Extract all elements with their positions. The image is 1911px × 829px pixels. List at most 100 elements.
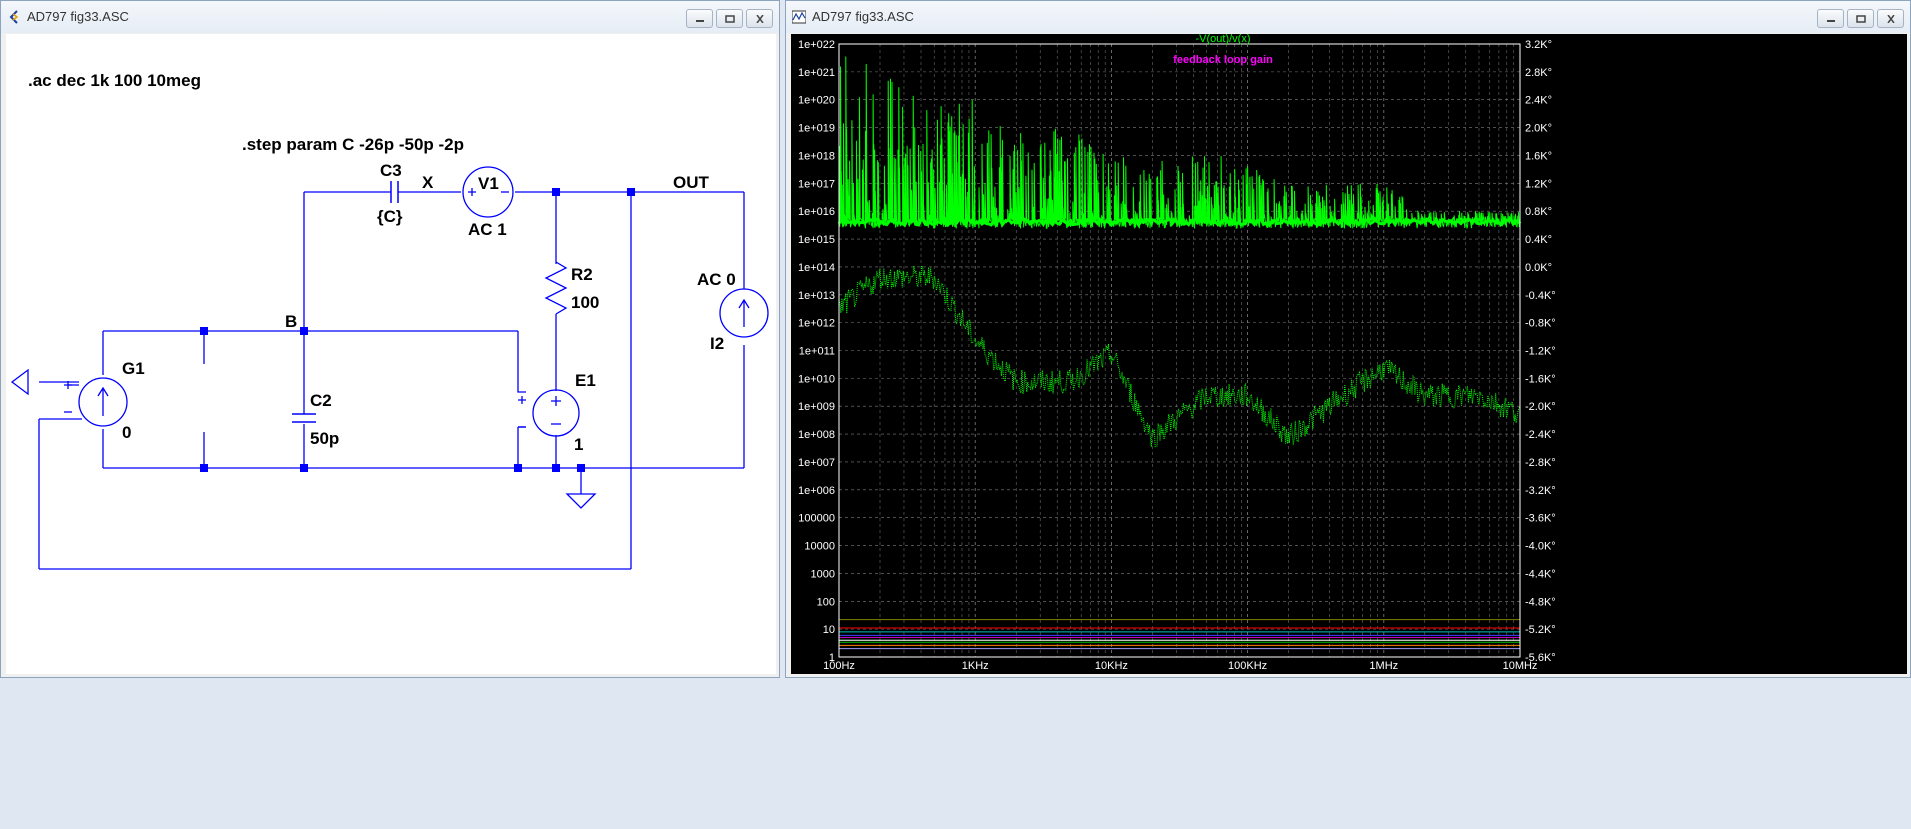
y-left-tick-label: 10 [823, 624, 835, 636]
y-left-tick-label: 100000 [798, 513, 835, 525]
y-left-tick-label: 1e+019 [798, 123, 835, 135]
y-left-tick-label: 1e+007 [798, 457, 835, 469]
y-right-tick-label: 3.2K° [1525, 39, 1552, 51]
maximize-icon [1855, 14, 1866, 23]
schematic-svg[interactable]: .ac dec 1k 100 10meg .step param C -26p … [6, 34, 776, 674]
schematic-canvas[interactable]: .ac dec 1k 100 10meg .step param C -26p … [6, 34, 776, 674]
y-left-tick-label: 1e+017 [798, 178, 835, 190]
maximize-button[interactable] [716, 9, 743, 28]
e1-controlled-source[interactable] [518, 389, 580, 437]
close-icon [755, 14, 764, 23]
minimize-icon [1826, 19, 1835, 22]
i2-label: I2 [710, 334, 724, 353]
y-left-tick-label: 1e+021 [798, 67, 835, 79]
y-right-tick-label: -5.2K° [1525, 624, 1556, 636]
x-tick-label: 10MHz [1503, 660, 1538, 672]
y-right-tick-label: -3.2K° [1525, 485, 1556, 497]
schematic-titlebar[interactable]: AD797 fig33.ASC [1, 1, 779, 33]
y-right-tick-label: 2.0K° [1525, 123, 1552, 135]
node-out-label: OUT [673, 173, 710, 192]
x-tick-label: 1MHz [1369, 660, 1398, 672]
y-left-tick-label: 10000 [804, 541, 835, 553]
x-tick-label: 100Hz [823, 660, 855, 672]
g1-value: 0 [122, 423, 131, 442]
y-left-tick-label: 1e+010 [798, 373, 835, 385]
close-icon [1886, 14, 1895, 23]
y-right-tick-label: 2.4K° [1525, 95, 1552, 107]
e1-label: E1 [575, 371, 596, 390]
g1-label: G1 [122, 359, 145, 378]
x-axis[interactable]: 100Hz 1KHz 10KHz 100KHz 1MHz 10MHz [823, 660, 1537, 672]
y-left-tick-label: 1e+008 [798, 429, 835, 441]
node-b-label: B [285, 312, 297, 331]
v1-value: AC 1 [468, 220, 507, 239]
c3-capacitor[interactable] [390, 181, 399, 203]
y-left-tick-label: 1e+014 [798, 262, 835, 274]
trace-title[interactable]: -V(out)/v(x) [1196, 34, 1251, 45]
y-right-tick-label: -2.8K° [1525, 457, 1556, 469]
y-right-tick-label: -1.2K° [1525, 346, 1556, 358]
y-right-axis: 3.2K° 2.8K° 2.4K° 2.0K° 1.6K° 1.2K° 0.8K° 0.4K°… [1525, 39, 1556, 664]
schematic-title: AD797 fig33.ASC [27, 9, 129, 24]
y-left-tick-label: 1e+016 [798, 206, 835, 218]
bode-plot[interactable]: 1e+022 1e+021 1e+020 1e+019 1e+018 1e+017 1e+0… [791, 34, 1907, 674]
maximize-icon [724, 14, 735, 23]
v1-label: V1 [478, 174, 499, 193]
y-right-tick-label: -1.6K° [1525, 373, 1556, 385]
close-button[interactable] [746, 9, 773, 28]
ltspice-schematic-icon [9, 10, 19, 24]
i2-value: AC 0 [697, 270, 736, 289]
wires [38, 191, 745, 570]
r2-resistor[interactable] [544, 261, 568, 315]
c3-label: C3 [380, 161, 402, 180]
waveform-viewer-icon [792, 10, 806, 24]
c2-label: C2 [310, 391, 332, 410]
i2-current-source[interactable] [719, 288, 769, 338]
minimize-button[interactable] [1817, 9, 1844, 28]
plot-pane[interactable]: 1e+022 1e+021 1e+020 1e+019 1e+018 1e+017 1e+0… [791, 34, 1907, 674]
y-left-axis: 1e+022 1e+021 1e+020 1e+019 1e+018 1e+017 1e+0… [798, 39, 835, 664]
maximize-button[interactable] [1847, 9, 1874, 28]
r2-value: 100 [571, 293, 599, 312]
plot-traces [837, 56, 1522, 650]
y-left-tick-label: 1e+009 [798, 401, 835, 413]
x-tick-label: 100KHz [1228, 660, 1267, 672]
step-directive[interactable]: .step param C -26p -50p -2p [242, 135, 464, 154]
y-right-tick-label: 0.4K° [1525, 234, 1552, 246]
ac-directive[interactable]: .ac dec 1k 100 10meg [28, 71, 201, 90]
minimize-button[interactable] [686, 9, 713, 28]
y-left-tick-label: 1e+020 [798, 95, 835, 107]
ground-symbol [565, 493, 597, 509]
waveform-titlebar[interactable]: AD797 fig33.ASC [786, 1, 1910, 33]
x-tick-label: 1KHz [962, 660, 989, 672]
e1-value: 1 [574, 435, 583, 454]
y-left-tick-label: 1e+022 [798, 39, 835, 51]
g1-controlled-source[interactable] [10, 368, 128, 427]
y-right-tick-label: -2.0K° [1525, 401, 1556, 413]
y-right-tick-label: -0.8K° [1525, 318, 1556, 330]
y-right-tick-label: -4.8K° [1525, 596, 1556, 608]
y-right-tick-label: 1.6K° [1525, 150, 1552, 162]
node-x-label: X [422, 173, 434, 192]
magnitude-trace[interactable] [838, 56, 1521, 230]
c2-capacitor[interactable] [292, 413, 316, 423]
node-junctions [200, 188, 635, 472]
c3-value: {C} [377, 207, 403, 226]
waveform-title: AD797 fig33.ASC [812, 9, 914, 24]
y-right-tick-label: 2.8K° [1525, 67, 1552, 79]
y-left-tick-label: 1000 [811, 568, 835, 580]
phase-trace[interactable] [838, 264, 1521, 448]
y-left-tick-label: 1e+011 [799, 346, 835, 358]
loop-gain-annotation[interactable]: feedback loop gain [1173, 54, 1273, 66]
y-left-tick-label: 1e+015 [798, 234, 835, 246]
y-left-tick-label: 1e+018 [798, 150, 835, 162]
close-button[interactable] [1877, 9, 1904, 28]
y-right-tick-label: 0.0K° [1525, 262, 1552, 274]
y-right-tick-label: -4.4K° [1525, 568, 1556, 580]
y-right-tick-label: 1.2K° [1525, 178, 1552, 190]
y-left-tick-label: 1e+006 [798, 485, 835, 497]
r2-label: R2 [571, 265, 593, 284]
minimize-icon [695, 19, 704, 22]
y-right-tick-label: 0.8K° [1525, 206, 1552, 218]
y-right-tick-label: -3.6K° [1525, 513, 1556, 525]
